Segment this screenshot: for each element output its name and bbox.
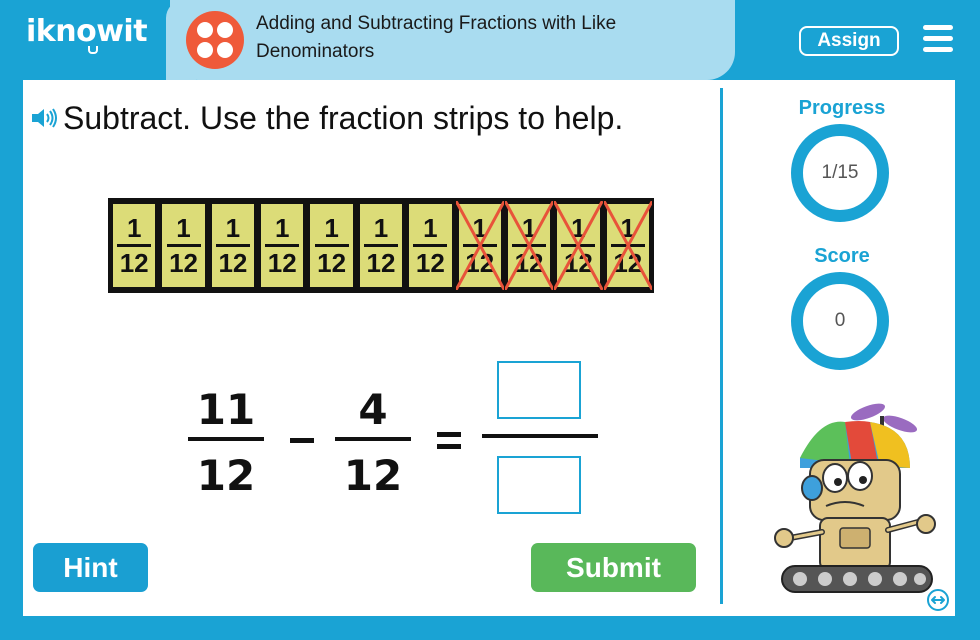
strip-cell: 1 12 [605,202,651,289]
question-text: Subtract. Use the fraction strips to hel… [63,100,624,136]
answer-fraction-bar [482,434,598,438]
strip-cell-denominator: 12 [119,248,149,278]
fraction-numerator: 4 [358,385,388,434]
expand-icon[interactable] [926,588,950,612]
strip-cell: 1 12 [308,202,355,289]
cross-out-mark [554,201,602,290]
strip-cell-numerator: 1 [423,213,438,243]
fraction-denominator: 12 [196,451,256,500]
robot-mascot [774,403,936,593]
strip-cell: 1 12 [259,202,306,289]
equals-sign [437,432,461,456]
fraction-11-12: 11 12 [188,382,264,511]
strip-cell: 1 12 [457,202,503,289]
strip-cell-bar [117,244,152,247]
iknowit-logo[interactable]: iknowit [26,14,148,49]
panel-divider [720,88,723,604]
answer-numerator-input[interactable] [497,361,581,419]
strip-cell-numerator: 1 [176,213,191,243]
score-label: Score [814,245,870,267]
strip-cell-bar [265,244,300,247]
strip-cell-denominator: 12 [415,248,445,278]
strip-cell: 1 12 [555,202,601,289]
strip-cell-denominator: 12 [366,248,396,278]
strip-cell: 1 12 [407,202,454,289]
strip-cell-numerator: 1 [126,213,142,243]
cross-out-mark [604,201,652,290]
strip-cell-numerator: 1 [324,213,339,243]
cross-out-mark [505,201,553,290]
fraction-strip: 1 12 1 12 1 12 1 12 1 12 1 12 1 12 1 12 1 12 1 12 1 12 [108,198,654,293]
minus-sign [290,438,314,443]
strip-cell-bar [166,244,201,247]
progress-ring: 1/15 [791,124,889,222]
fraction-numerator: 11 [196,385,256,434]
strip-cell-numerator: 1 [225,213,241,243]
strip-cell-denominator: 12 [267,248,297,278]
fraction-denominator: 12 [343,451,403,500]
dice-icon [186,11,244,69]
cross-out-mark [456,201,504,290]
lesson-title: Adding and Subtracting Fractions with Li… [256,13,617,62]
question-panel [23,80,729,616]
menu-icon[interactable] [923,25,953,53]
strip-cell: 1 12 [160,202,207,289]
strip-cell: 1 12 [506,202,552,289]
score-ring: 0 [791,272,889,370]
strip-cell-bar [215,244,250,247]
strip-cell-numerator: 1 [275,213,290,243]
strip-cell-denominator: 12 [218,248,248,278]
strip-cell: 1 12 [111,202,158,289]
strip-cell-denominator: 12 [169,248,198,278]
strip-cell-bar [413,244,448,247]
fraction-4-12: 4 12 [335,382,411,511]
progress-label: Progress [798,97,886,119]
strip-cell-bar [363,244,398,247]
speaker-icon[interactable] [32,108,58,128]
strip-cell: 1 12 [357,202,405,289]
submit-button[interactable]: Submit [531,543,696,592]
logo-bulb-icon [88,46,98,54]
strip-cell-denominator: 12 [317,248,347,278]
hint-button[interactable]: Hint [33,543,148,592]
strip-cell: 1 12 [209,202,257,289]
answer-denominator-input[interactable] [497,456,581,514]
strip-cell-bar [314,244,349,247]
assign-button[interactable]: Assign [799,26,899,56]
strip-cell-numerator: 1 [373,213,389,243]
